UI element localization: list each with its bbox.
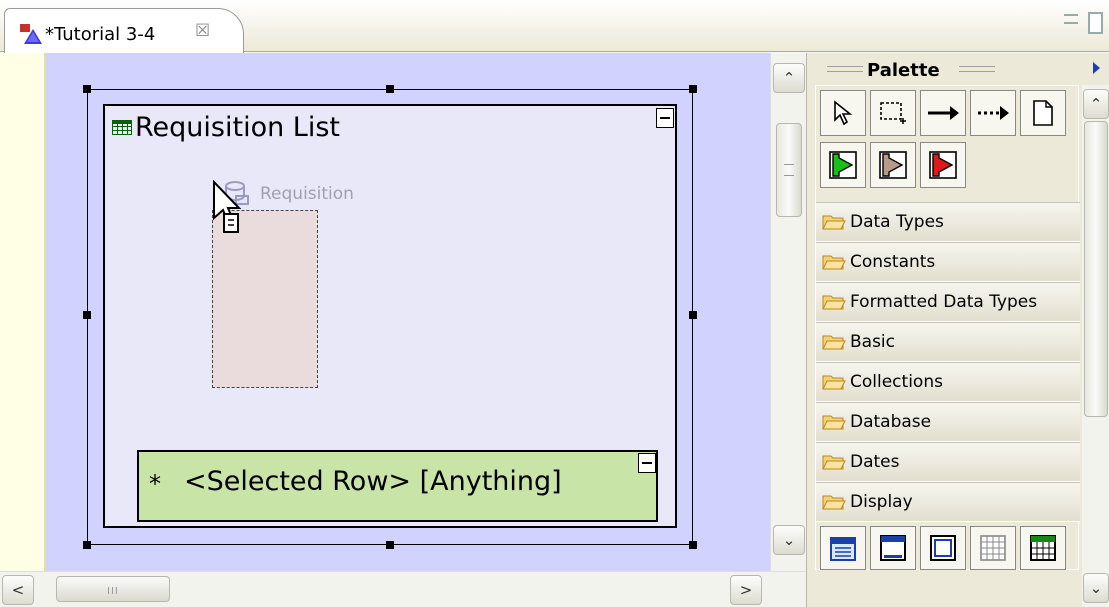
select-tool-button[interactable] xyxy=(820,90,866,136)
table-icon-header xyxy=(112,120,132,124)
drawer-dates[interactable]: Dates xyxy=(816,442,1080,482)
drawer-basic[interactable]: Basic xyxy=(816,322,1080,362)
drawer-label: Data Types xyxy=(850,212,944,232)
requisition-list-title: Requisition List xyxy=(135,112,340,143)
selected-row-component[interactable]: * <Selected Row> [Anything] xyxy=(137,450,658,522)
display-item-window[interactable] xyxy=(870,526,916,570)
resize-handle-w[interactable] xyxy=(83,311,91,319)
dashed-arrow-icon xyxy=(978,106,1009,120)
palette-header[interactable]: Palette xyxy=(807,53,1109,85)
drawer-label: Display xyxy=(850,492,913,512)
drawer-label: Collections xyxy=(850,372,943,392)
palette-tools: Data Types Constants Formatted Data Type… xyxy=(815,85,1080,570)
folder-icon xyxy=(822,375,846,390)
dashed-connection-tool-button[interactable] xyxy=(970,90,1016,136)
tab-title: *Tutorial 3-4 xyxy=(45,24,156,45)
grip-icon xyxy=(827,66,863,72)
resize-handle-n[interactable] xyxy=(386,85,394,93)
marquee-icon xyxy=(880,102,906,124)
window-icon xyxy=(880,535,906,561)
palette-title: Palette xyxy=(867,60,940,81)
folder-icon xyxy=(822,335,846,350)
resize-handle-ne[interactable] xyxy=(689,85,697,93)
drawer-label: Constants xyxy=(850,252,936,272)
drawer-database[interactable]: Database xyxy=(816,402,1080,442)
marquee-tool-button[interactable] xyxy=(870,90,916,136)
note-tool-button[interactable] xyxy=(1020,90,1066,136)
table-icon xyxy=(1030,535,1056,561)
grip-icon xyxy=(959,66,995,72)
editor-horizontal-scrollbar[interactable]: < III > xyxy=(0,571,806,607)
folder-icon xyxy=(822,455,846,470)
editor-ruler xyxy=(0,53,46,571)
drag-cursor-icon xyxy=(213,180,242,233)
resize-handle-e[interactable] xyxy=(689,311,697,319)
folder-icon xyxy=(822,255,846,270)
grip-icon xyxy=(784,164,794,176)
drawer-data-types[interactable]: Data Types xyxy=(816,202,1080,242)
drawer-label: Dates xyxy=(850,452,900,472)
collapse-button[interactable] xyxy=(656,108,674,128)
editor-tab-bar: *Tutorial 3-4 ☒ xyxy=(0,0,1109,54)
solid-arrow-icon xyxy=(928,106,959,120)
close-icon[interactable]: ☒ xyxy=(195,21,210,41)
diagram-file-icon xyxy=(20,24,42,44)
resize-handle-sw[interactable] xyxy=(83,541,91,549)
grid-icon xyxy=(980,535,1006,561)
display-item-grid[interactable] xyxy=(970,526,1016,570)
scroll-thumb[interactable] xyxy=(1084,121,1108,417)
drawer-label: Database xyxy=(850,412,932,432)
brown-flag-tool-button[interactable] xyxy=(870,142,916,188)
green-flag-tool-button[interactable] xyxy=(820,142,866,188)
display-item-table[interactable] xyxy=(1020,526,1066,570)
scroll-right-button[interactable]: > xyxy=(730,575,762,605)
arrow-pointer-icon xyxy=(834,100,853,126)
calendar-icon xyxy=(830,537,856,561)
connection-tool-button[interactable] xyxy=(920,90,966,136)
display-item-calendar[interactable] xyxy=(820,526,866,570)
grip-icon: III xyxy=(107,586,119,597)
scroll-down-button[interactable]: ⌄ xyxy=(1083,573,1109,603)
drawer-formatted-data-types[interactable]: Formatted Data Types xyxy=(816,282,1080,322)
resize-handle-nw[interactable] xyxy=(83,85,91,93)
drawer-label: Formatted Data Types xyxy=(850,292,1038,312)
drawer-display[interactable]: Display xyxy=(816,482,1080,522)
note-icon xyxy=(1033,100,1053,126)
scroll-down-button[interactable]: ⌄ xyxy=(773,525,805,555)
green-flag-icon xyxy=(829,151,857,179)
folder-icon xyxy=(822,495,846,510)
folder-icon xyxy=(822,295,846,310)
drawer-constants[interactable]: Constants xyxy=(816,242,1080,282)
drawer-label: Basic xyxy=(850,332,896,352)
display-item-frame[interactable] xyxy=(920,526,966,570)
collapse-button[interactable] xyxy=(638,453,656,473)
red-flag-tool-button[interactable] xyxy=(920,142,966,188)
selected-row-star: * xyxy=(149,470,161,498)
palette-menu-icon[interactable] xyxy=(1093,62,1100,74)
tab-tutorial-3-4[interactable]: *Tutorial 3-4 ☒ xyxy=(4,8,244,54)
minimize-icon[interactable] xyxy=(1064,14,1078,24)
maximize-icon[interactable] xyxy=(1088,12,1103,34)
editor-vertical-scrollbar[interactable]: ⌃ ⌄ xyxy=(770,53,806,571)
resize-handle-s[interactable] xyxy=(386,541,394,549)
frame-icon xyxy=(930,535,956,561)
scroll-thumb[interactable] xyxy=(776,123,802,217)
red-flag-icon xyxy=(929,151,957,179)
folder-icon xyxy=(822,415,846,430)
drawer-collections[interactable]: Collections xyxy=(816,362,1080,402)
palette-vertical-scrollbar[interactable]: ⌃ ⌄ xyxy=(1082,85,1109,607)
drag-label: Requisition xyxy=(260,184,354,204)
scroll-up-button[interactable]: ⌃ xyxy=(773,63,805,93)
folder-icon xyxy=(822,215,846,230)
selected-row-label: <Selected Row> [Anything] xyxy=(184,466,562,497)
scroll-left-button[interactable]: < xyxy=(2,575,34,605)
resize-handle-se[interactable] xyxy=(689,541,697,549)
scroll-up-button[interactable]: ⌃ xyxy=(1083,89,1109,119)
scroll-thumb[interactable]: III xyxy=(56,576,170,602)
palette-panel: Palette Data Types Constants Formatted D… xyxy=(806,53,1109,607)
brown-flag-icon xyxy=(879,151,907,179)
